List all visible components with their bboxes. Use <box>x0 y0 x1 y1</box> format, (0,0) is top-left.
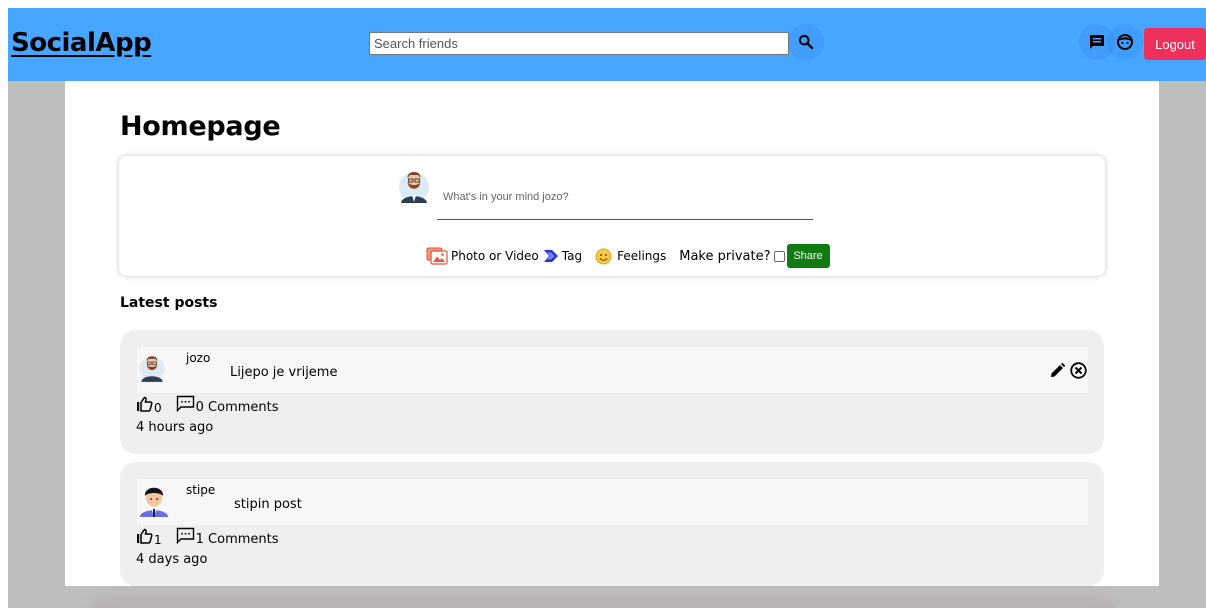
thumbs-up-icon[interactable] <box>136 396 153 412</box>
author-avatar-icon[interactable] <box>138 351 166 383</box>
comment-count: 0 Comments <box>195 400 279 415</box>
navbar: SocialApp Logout <box>8 8 1206 81</box>
post-text-input[interactable] <box>437 174 813 220</box>
app-frame: SocialApp Logout Homepage <box>8 8 1206 608</box>
author-avatar-icon[interactable] <box>138 483 170 517</box>
latest-posts-heading: Latest posts <box>120 295 218 311</box>
user-avatar-icon <box>399 172 429 203</box>
composer-actions: Photo or Video Tag Feelings Make private… <box>426 244 830 268</box>
like-count: 0 <box>154 401 162 415</box>
photo-video-button[interactable]: Photo or Video <box>426 247 539 265</box>
post-timestamp: 4 days ago <box>136 552 208 567</box>
comment-count: 1 Comments <box>195 532 279 547</box>
post-header: stipe stipin post <box>137 479 1088 525</box>
thumbs-up-icon[interactable] <box>136 528 153 544</box>
pencil-icon[interactable] <box>1049 362 1066 379</box>
tag-label: Tag <box>561 249 583 263</box>
smiley-icon <box>595 248 612 264</box>
post-timestamp: 4 hours ago <box>136 420 214 435</box>
page-title: Homepage <box>120 111 281 142</box>
comments-button[interactable]: 0 Comments <box>176 395 279 415</box>
brand-logo-link[interactable]: SocialApp <box>11 28 152 58</box>
feelings-button[interactable]: Feelings <box>595 248 666 265</box>
post-author[interactable]: stipe <box>186 483 215 497</box>
profile-button[interactable] <box>1107 24 1143 60</box>
post-text: Lijepo je vrijeme <box>230 365 338 380</box>
background-overlay <box>88 596 1118 608</box>
photo-gallery-icon <box>426 247 448 265</box>
post-header: jozo Lijepo je vrijeme <box>137 347 1088 393</box>
make-private-label: Make private? <box>679 248 771 264</box>
search-icon <box>798 34 814 50</box>
share-button[interactable]: Share <box>786 244 830 268</box>
like-count: 1 <box>154 533 162 547</box>
comment-icon <box>176 527 194 544</box>
logout-button[interactable]: Logout <box>1144 28 1206 60</box>
profile-face-icon <box>1117 34 1133 50</box>
tag-chevron-icon <box>543 250 558 262</box>
post-card: stipe stipin post 1 1 Comments 4 days ag… <box>120 462 1104 586</box>
search-friends-input[interactable] <box>369 32 789 55</box>
post-composer: Photo or Video Tag Fee <box>119 156 1105 276</box>
make-private-checkbox[interactable] <box>773 250 785 262</box>
chat-icon <box>1090 35 1104 49</box>
photo-video-label: Photo or Video <box>451 249 539 263</box>
post-author[interactable]: jozo <box>186 351 210 365</box>
main-content: Homepage What's in your mind jozo? Photo… <box>65 81 1159 586</box>
close-circle-icon[interactable] <box>1070 362 1087 379</box>
comments-button[interactable]: 1 Comments <box>176 527 279 547</box>
post-card: jozo Lijepo je vrijeme 0 0 Comments 4 ho… <box>120 330 1104 454</box>
post-stats: 1 1 Comments <box>136 527 279 547</box>
search-button[interactable] <box>788 24 824 60</box>
comment-icon <box>176 395 194 412</box>
post-stats: 0 0 Comments <box>136 395 279 415</box>
feelings-label: Feelings <box>617 249 667 263</box>
tag-button[interactable]: Tag <box>543 249 582 263</box>
post-text: stipin post <box>234 497 302 512</box>
